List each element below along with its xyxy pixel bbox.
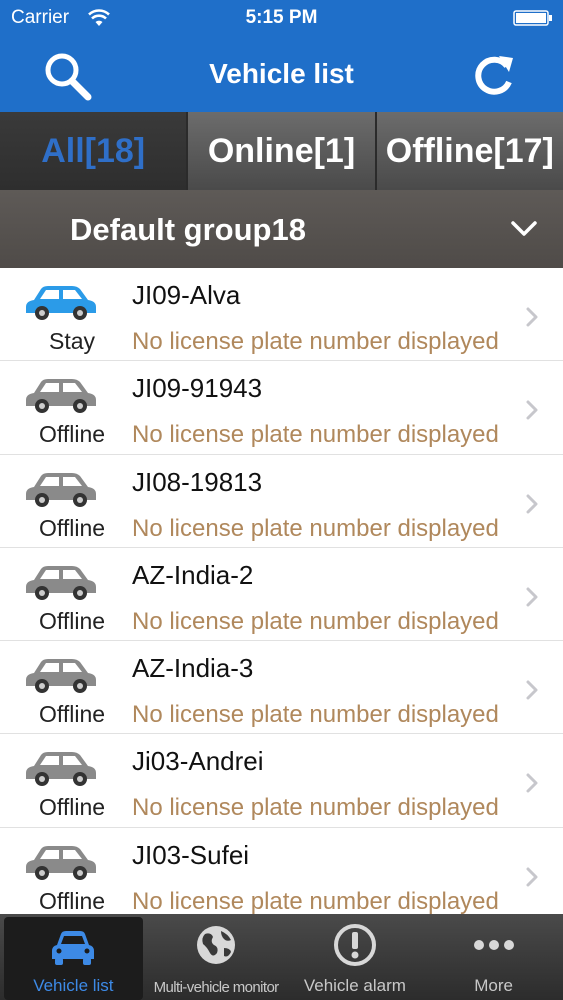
vehicle-row[interactable]: Offline AZ-India-3 No license plate number… (0, 641, 563, 735)
vehicle-name: JI09-Alva (132, 280, 241, 310)
vehicle-status: Offline (38, 514, 106, 541)
vehicle-plate: No license plate number displayed (132, 421, 499, 449)
vehicle-name: JI08-19813 (132, 466, 263, 497)
vehicle-row[interactable]: Stay JI09-Alva No license plate number dis… (0, 268, 563, 362)
vehicle-status: Offline (38, 607, 106, 634)
tabbar-label: Vehicle list (33, 976, 114, 995)
vehicle-list: Stay JI09-Alva No license plate number dis… (0, 268, 563, 922)
vehicle-plate: No license plate number displayed (132, 701, 499, 729)
tabbar-multi-vehicle-monitor[interactable]: Multi-vehicle monitor (147, 914, 286, 1000)
vehicle-status: Offline (38, 421, 106, 448)
vehicle-row[interactable]: Offline JI03-Sufei No license plate number… (0, 827, 563, 922)
vehicle-name: AZ-India-2 (132, 559, 254, 590)
vehicle-name: Ji03-Andrei (132, 746, 264, 777)
chevron-down-icon (511, 221, 537, 236)
chevron-right-icon (526, 307, 538, 327)
car-icon (26, 565, 96, 600)
vehicle-row[interactable]: Offline AZ-India-2 No license plate number… (0, 547, 563, 642)
car-icon (52, 931, 95, 965)
vehicle-status: Offline (38, 887, 106, 914)
bottom-tab-bar: Vehicle list Multi-vehicle monitor Vehic… (0, 914, 563, 1000)
vehicle-row[interactable]: Offline Ji03-Andrei No license plate numbe… (0, 734, 563, 828)
vehicle-plate: No license plate number displayed (132, 328, 499, 355)
chevron-right-icon (526, 494, 538, 514)
more-dots-icon (473, 940, 514, 950)
tabbar-vehicle-alarm[interactable]: Vehicle alarm (286, 914, 425, 1000)
alert-icon (333, 924, 376, 966)
vehicle-plate: No license plate number displayed (132, 514, 499, 542)
vehicle-plate: No license plate number displayed (132, 887, 499, 915)
status-bar: Carrier 5:15 PM (0, 0, 563, 36)
tabbar-vehicle-list[interactable]: Vehicle list (4, 917, 143, 1000)
globe-icon (197, 926, 236, 964)
vehicle-status: Offline (38, 701, 106, 728)
vehicle-name: AZ-India-3 (132, 653, 254, 684)
tab-online[interactable]: Online[1] (188, 112, 377, 190)
tab-offline[interactable]: Offline[17] (376, 112, 563, 190)
tab-all[interactable]: All[18] (0, 112, 189, 190)
chevron-right-icon (526, 400, 538, 420)
vehicle-plate: No license plate number displayed (132, 607, 499, 635)
car-icon (26, 845, 96, 880)
tabbar-label: Vehicle alarm (303, 976, 406, 995)
car-icon (26, 752, 96, 787)
battery-icon (513, 10, 552, 26)
vehicle-row[interactable]: Offline JI09-91943 No license plate number… (0, 361, 563, 455)
vehicle-plate: No license plate number displayed (132, 794, 499, 822)
status-time: 5:15 PM (245, 7, 318, 28)
chevron-right-icon (526, 867, 538, 887)
refresh-icon[interactable] (469, 52, 519, 102)
chevron-right-icon (526, 773, 538, 793)
chevron-right-icon (526, 587, 538, 607)
vehicle-status: Stay (48, 328, 96, 354)
vehicle-name: JI03-Sufei (132, 839, 250, 870)
vehicle-name: JI09-91943 (132, 373, 263, 404)
group-label: Default group18 (70, 212, 306, 247)
vehicle-status: Offline (38, 794, 106, 821)
filter-tabs: All[18] Online[1] Offline[17] (0, 112, 563, 190)
tabbar-label: More (474, 976, 513, 995)
group-selector[interactable]: Default group18 (0, 190, 563, 268)
tabbar-more[interactable]: More (424, 914, 563, 1000)
vehicle-row[interactable]: Offline JI08-19813 No license plate number… (0, 454, 563, 548)
car-icon (26, 659, 96, 694)
car-icon (26, 472, 96, 507)
nav-bar: Vehicle list (0, 36, 563, 112)
chevron-right-icon (526, 680, 538, 700)
tabbar-label: Multi-vehicle monitor (153, 979, 280, 996)
car-icon (26, 286, 96, 320)
car-icon (26, 379, 96, 414)
